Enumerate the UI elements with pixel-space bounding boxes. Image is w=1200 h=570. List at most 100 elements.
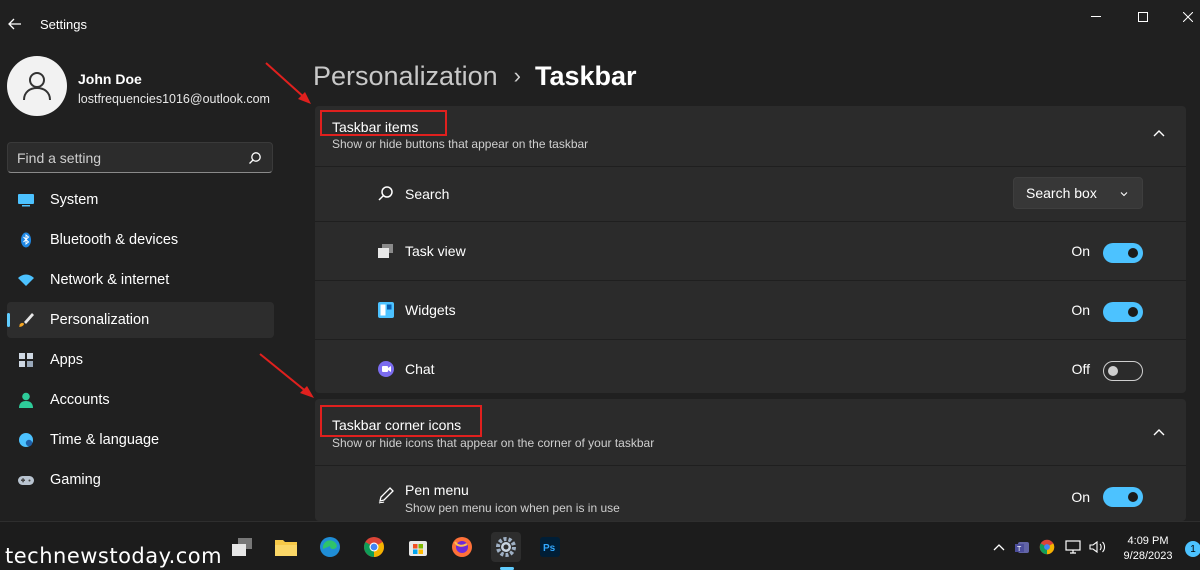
clock-date: 9/28/2023 bbox=[1123, 550, 1173, 562]
setting-label: Search bbox=[405, 186, 450, 202]
task-view-icon bbox=[378, 244, 393, 258]
pen-icon bbox=[378, 487, 394, 504]
monitor-icon bbox=[18, 194, 34, 207]
toggle-state-label: On bbox=[1071, 302, 1090, 318]
setting-row-widgets: Widgets On bbox=[315, 280, 1186, 339]
annotation-arrow-icon bbox=[265, 62, 311, 104]
setting-label: Chat bbox=[405, 361, 435, 377]
chat-toggle[interactable] bbox=[1103, 361, 1143, 381]
back-arrow-icon[interactable] bbox=[6, 13, 24, 35]
user-email: lostfrequencies1016@outlook.com bbox=[78, 92, 270, 106]
gamepad-icon bbox=[18, 476, 34, 485]
search-mode-dropdown[interactable]: Search box bbox=[1013, 177, 1143, 209]
globe-icon bbox=[19, 433, 33, 447]
setting-label: Task view bbox=[405, 243, 466, 259]
corner-icons-card: Taskbar corner icons Show or hide icons … bbox=[315, 399, 1186, 521]
breadcrumb: Personalization › Taskbar bbox=[313, 58, 637, 94]
notification-badge[interactable]: 1 bbox=[1185, 541, 1200, 557]
sidebar-item-label: Network & internet bbox=[50, 272, 170, 288]
search-icon[interactable] bbox=[248, 151, 262, 165]
chat-icon bbox=[378, 361, 394, 377]
settings-app-icon[interactable] bbox=[491, 532, 521, 562]
network-icon[interactable] bbox=[1064, 538, 1082, 556]
bluetooth-icon bbox=[21, 232, 31, 248]
sidebar-item-system[interactable]: System bbox=[7, 182, 274, 218]
annotation-arrow-icon bbox=[259, 353, 314, 398]
windows-taskbar: technewstoday.com Ps T 4:09 PM 9/28/2023 bbox=[0, 521, 1200, 570]
sidebar-item-label: Apps bbox=[50, 352, 84, 368]
sidebar-item-time-language[interactable]: Time & language bbox=[7, 422, 274, 458]
highlight-box bbox=[320, 405, 482, 437]
sidebar-item-label: Time & language bbox=[50, 432, 160, 448]
person-icon bbox=[23, 72, 51, 101]
minimize-button[interactable] bbox=[1086, 8, 1106, 26]
edge-browser-icon[interactable] bbox=[315, 532, 345, 562]
toggle-state-label: On bbox=[1071, 489, 1090, 505]
chrome-tray-icon[interactable] bbox=[1038, 538, 1056, 556]
dropdown-value: Search box bbox=[1026, 185, 1097, 201]
sidebar-item-apps[interactable]: Apps bbox=[7, 342, 274, 378]
widgets-icon bbox=[378, 302, 394, 318]
toggle-state-label: On bbox=[1071, 243, 1090, 259]
sidebar-item-label: Personalization bbox=[50, 312, 150, 328]
widgets-toggle[interactable] bbox=[1103, 302, 1143, 322]
taskbar-items-header[interactable]: Taskbar items Show or hide buttons that … bbox=[315, 106, 1186, 166]
sidebar-nav: System Bluetooth & devices Network & int… bbox=[7, 182, 274, 502]
sidebar-item-label: Gaming bbox=[50, 472, 101, 488]
title-bar: Settings bbox=[0, 0, 1200, 48]
section-subtitle: Show or hide icons that appear on the co… bbox=[332, 436, 655, 450]
brush-icon bbox=[19, 313, 34, 327]
corner-icons-header[interactable]: Taskbar corner icons Show or hide icons … bbox=[315, 399, 1186, 459]
setting-row-chat: Chat Off bbox=[315, 339, 1186, 393]
chevron-down-icon bbox=[1120, 192, 1128, 197]
setting-row-search: Search Search box bbox=[315, 166, 1186, 221]
firefox-browser-icon[interactable] bbox=[447, 532, 477, 562]
sidebar-item-network[interactable]: Network & internet bbox=[7, 262, 274, 298]
chevron-up-icon[interactable] bbox=[1152, 126, 1166, 140]
microsoft-store-icon[interactable] bbox=[403, 532, 433, 562]
highlight-box bbox=[320, 110, 447, 136]
sidebar-item-gaming[interactable]: Gaming bbox=[7, 462, 274, 498]
apps-icon bbox=[19, 353, 33, 367]
clock-time: 4:09 PM bbox=[1127, 535, 1169, 547]
file-explorer-icon[interactable] bbox=[271, 532, 301, 562]
chevron-up-icon[interactable] bbox=[1152, 425, 1166, 439]
sidebar-item-label: System bbox=[50, 192, 99, 208]
wifi-icon bbox=[18, 274, 34, 286]
system-clock[interactable]: 4:09 PM 9/28/2023 bbox=[1118, 534, 1178, 564]
setting-row-task-view: Task view On bbox=[315, 221, 1186, 280]
task-view-toggle[interactable] bbox=[1103, 243, 1143, 263]
pen-menu-toggle[interactable] bbox=[1103, 487, 1143, 507]
taskbar-items-card: Taskbar items Show or hide buttons that … bbox=[315, 106, 1186, 393]
breadcrumb-separator: › bbox=[513, 63, 521, 88]
close-button[interactable] bbox=[1178, 8, 1198, 26]
chrome-browser-icon[interactable] bbox=[359, 532, 389, 562]
page-title: Taskbar bbox=[534, 60, 637, 91]
setting-row-pen-menu: Pen menu Show pen menu icon when pen is … bbox=[315, 465, 1186, 521]
person-icon bbox=[19, 392, 33, 408]
sidebar-item-personalization[interactable]: Personalization bbox=[7, 302, 274, 338]
user-name: John Doe bbox=[78, 71, 142, 87]
sidebar-item-label: Accounts bbox=[50, 392, 110, 408]
svg-text:T: T bbox=[1017, 546, 1022, 553]
user-profile[interactable]: John Doe lostfrequencies1016@outlook.com bbox=[7, 56, 277, 120]
breadcrumb-parent[interactable]: Personalization bbox=[313, 61, 498, 92]
search-box[interactable] bbox=[7, 142, 273, 173]
teams-icon[interactable]: T bbox=[1014, 538, 1032, 556]
search-input[interactable] bbox=[17, 149, 237, 167]
sidebar-item-bluetooth[interactable]: Bluetooth & devices bbox=[7, 222, 274, 258]
watermark-text: technewstoday.com bbox=[5, 544, 223, 568]
app-title: Settings bbox=[40, 17, 87, 32]
svg-text:Ps: Ps bbox=[543, 543, 556, 554]
volume-icon[interactable] bbox=[1089, 538, 1107, 556]
sidebar-item-label: Bluetooth & devices bbox=[50, 232, 179, 248]
sidebar-item-accounts[interactable]: Accounts bbox=[7, 382, 274, 418]
photoshop-icon[interactable]: Ps bbox=[535, 532, 565, 562]
task-view-taskbar-icon[interactable] bbox=[227, 532, 257, 562]
avatar bbox=[7, 56, 67, 116]
maximize-button[interactable] bbox=[1133, 8, 1153, 26]
setting-label: Widgets bbox=[405, 302, 456, 318]
search-icon bbox=[378, 186, 393, 201]
section-subtitle: Show or hide buttons that appear on the … bbox=[332, 137, 589, 151]
chevron-up-icon[interactable] bbox=[990, 538, 1008, 556]
